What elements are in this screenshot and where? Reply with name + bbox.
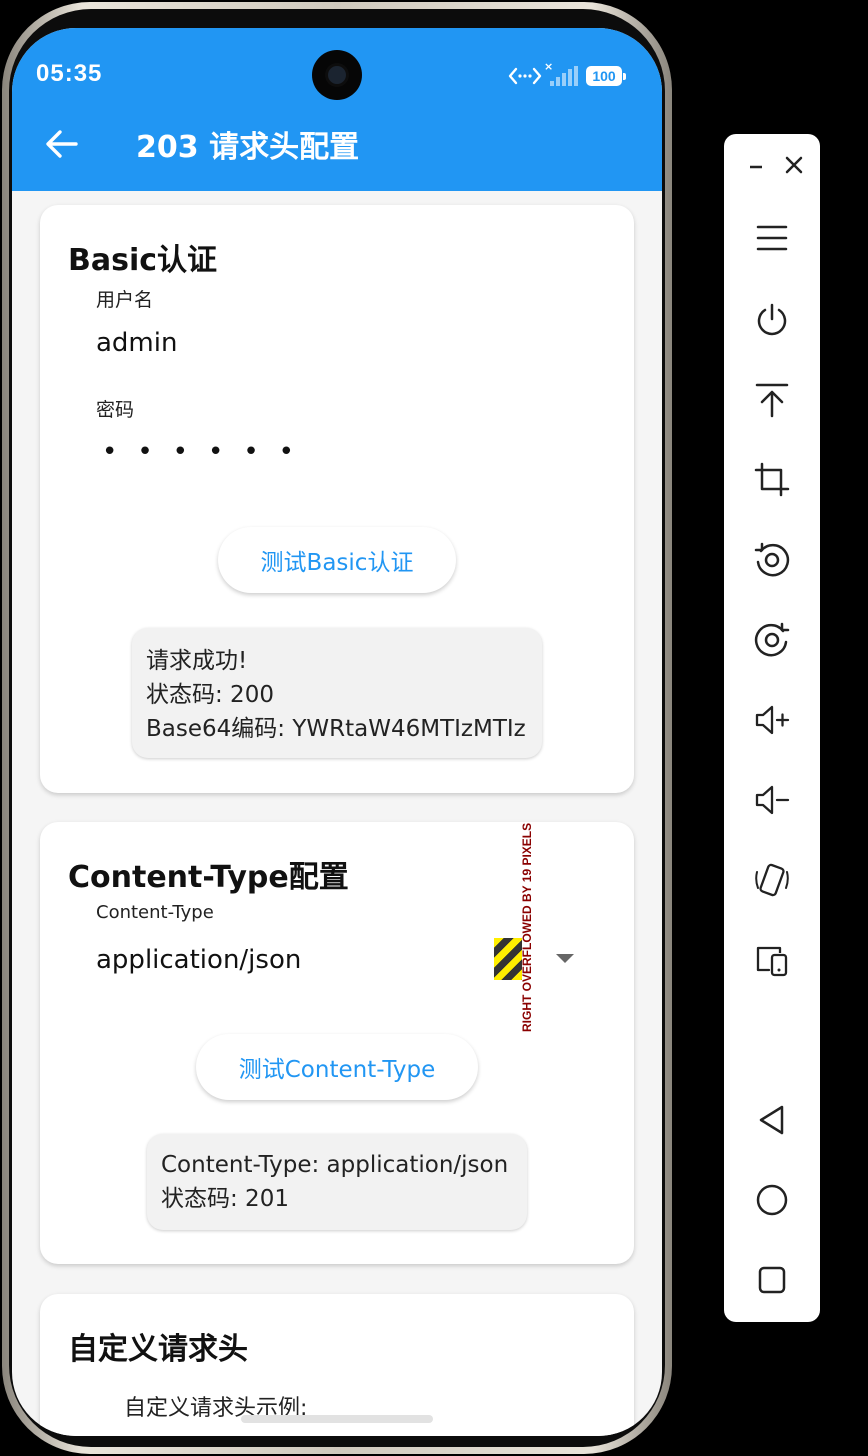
volume-down-icon xyxy=(755,785,790,815)
content-type-card: Content-Type配置 Content-Type application/… xyxy=(40,822,634,1264)
minimize-button[interactable] xyxy=(736,146,776,186)
result-line: 状态码: 200 xyxy=(146,682,274,708)
status-time: 05:35 xyxy=(36,60,103,87)
content-type-dropdown[interactable]: application/json xyxy=(96,945,301,975)
multi-device-button[interactable] xyxy=(752,940,792,980)
recents-nav-icon xyxy=(758,1266,786,1294)
rotate-right-icon xyxy=(754,622,790,657)
menu-icon xyxy=(756,225,788,251)
device-screen: 05:35 × 100 203 请求头配置 Basic认证 用户名 admin … xyxy=(12,28,662,1436)
result-line: 请求成功! xyxy=(146,648,248,674)
overflow-indicator xyxy=(494,938,522,980)
close-button[interactable] xyxy=(774,146,814,186)
chevron-down-icon[interactable] xyxy=(556,954,574,963)
crop-button[interactable] xyxy=(752,460,792,500)
content-type-label: Content-Type xyxy=(96,902,214,923)
basic-auth-title: Basic认证 xyxy=(68,243,218,278)
pin-top-icon xyxy=(755,383,789,418)
signal-icon: × xyxy=(544,60,578,86)
multi-device-icon xyxy=(756,946,788,977)
rotate-left-button[interactable] xyxy=(752,540,792,580)
power-button[interactable] xyxy=(752,300,792,340)
status-icons: × 100 xyxy=(508,60,626,90)
home-nav-button[interactable] xyxy=(752,1180,792,1220)
arrow-left-icon xyxy=(46,130,78,158)
minimize-icon xyxy=(750,165,762,169)
data-transfer-icon xyxy=(508,67,542,85)
overflow-warning: RIGHT OVERFLOWED BY 19 PIXELS xyxy=(520,822,534,1032)
signal-x: × xyxy=(544,60,554,73)
password-label: 密码 xyxy=(96,399,135,421)
close-icon xyxy=(785,156,803,174)
back-button[interactable] xyxy=(42,126,82,162)
result-line: Base64编码: YWRtaW46MTIzMTIz xyxy=(146,716,526,742)
test-content-type-button[interactable]: 测试Content-Type xyxy=(196,1034,478,1100)
back-nav-icon xyxy=(759,1105,784,1135)
username-label: 用户名 xyxy=(96,289,154,311)
username-input[interactable]: admin xyxy=(96,328,177,358)
home-indicator[interactable] xyxy=(241,1415,433,1423)
volume-up-button[interactable] xyxy=(752,700,792,740)
app-bar: 05:35 × 100 203 请求头配置 xyxy=(12,28,662,191)
basic-auth-result: 请求成功! 状态码: 200 Base64编码: YWRtaW46MTIzMTI… xyxy=(132,628,542,758)
shake-icon xyxy=(755,863,789,897)
rotate-right-button[interactable] xyxy=(752,620,792,660)
battery-icon: 100 xyxy=(586,66,626,86)
shake-button[interactable] xyxy=(752,860,792,900)
page-title: 203 请求头配置 xyxy=(136,130,360,165)
emulator-toolbar xyxy=(724,134,820,1322)
content-type-result: Content-Type: application/json 状态码: 201 xyxy=(147,1134,527,1230)
volume-up-icon xyxy=(755,705,790,735)
test-basic-auth-button[interactable]: 测试Basic认证 xyxy=(218,527,456,593)
crop-icon xyxy=(754,462,790,497)
rotate-left-icon xyxy=(754,542,790,577)
home-nav-icon xyxy=(756,1184,788,1216)
power-icon xyxy=(757,303,787,336)
front-camera xyxy=(312,50,362,100)
result-line: 状态码: 201 xyxy=(161,1186,289,1212)
password-input[interactable]: •••••• xyxy=(102,437,314,467)
volume-down-button[interactable] xyxy=(752,780,792,820)
basic-auth-card: Basic认证 用户名 admin 密码 •••••• 测试Basic认证 请求… xyxy=(40,205,634,793)
pin-top-button[interactable] xyxy=(752,380,792,420)
custom-headers-title: 自定义请求头 xyxy=(68,1332,248,1367)
recents-nav-button[interactable] xyxy=(752,1260,792,1300)
back-nav-button[interactable] xyxy=(752,1100,792,1140)
menu-button[interactable] xyxy=(752,218,792,258)
content-type-title: Content-Type配置 xyxy=(68,860,349,895)
result-line: Content-Type: application/json xyxy=(161,1152,509,1178)
